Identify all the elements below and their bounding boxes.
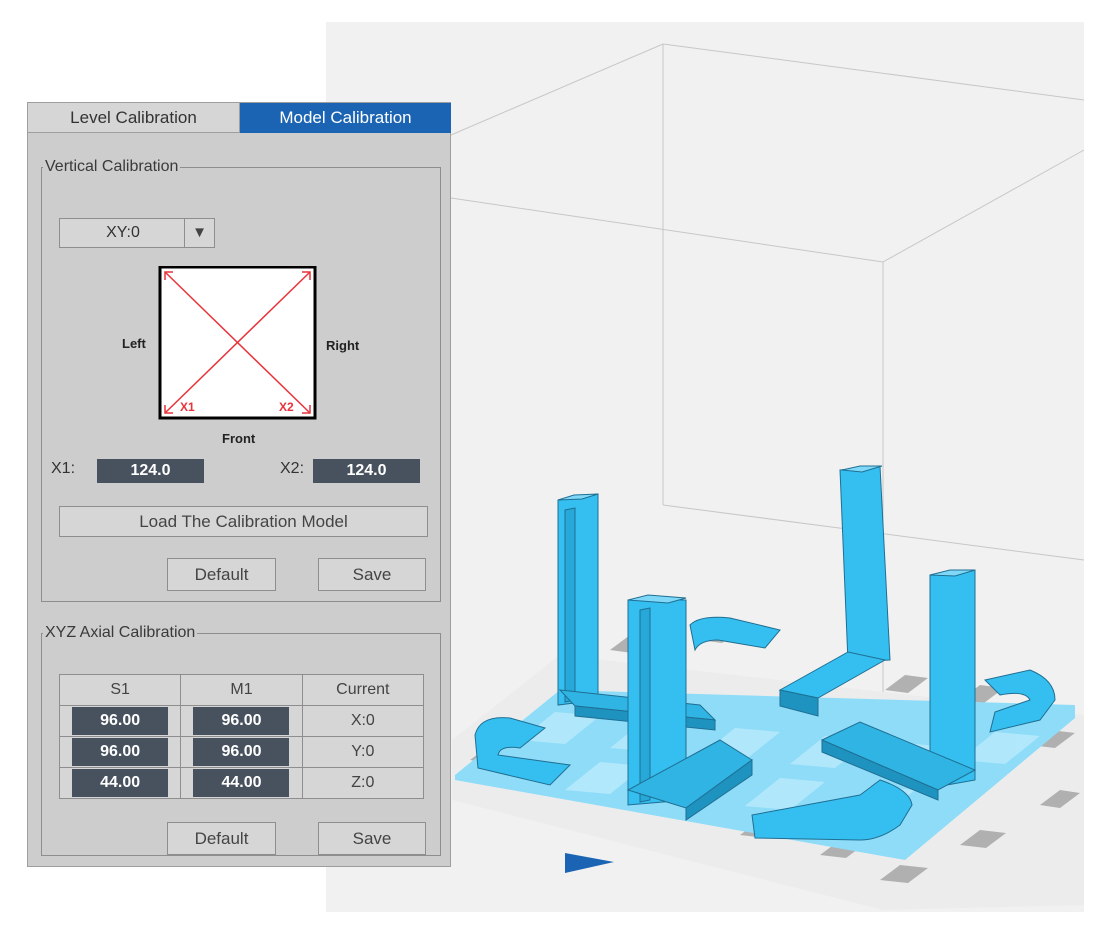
s1-x-value[interactable]: 96.00	[72, 707, 169, 735]
diagram-right-label: Right	[326, 338, 360, 353]
tab-level-calibration[interactable]: Level Calibration	[28, 103, 240, 133]
current-x: X:0	[301, 705, 425, 737]
table-row: 96.00 96.00 Y:0	[58, 736, 425, 768]
xyz-axial-calibration-group: XYZ Axial Calibration S1 M1 Current 96.0…	[41, 624, 441, 856]
x1-value-field[interactable]: 124.0	[97, 459, 204, 483]
diagram-x2-label: X2	[279, 400, 294, 414]
vertical-calibration-legend: Vertical Calibration	[45, 158, 179, 175]
m1-z-value[interactable]: 44.00	[193, 769, 290, 797]
diagram-left-label: Left	[122, 336, 146, 351]
x2-label: X2:	[280, 460, 305, 477]
calibration-diagram: X1 X2 Left Right Front	[117, 266, 359, 451]
xyz-calibration-legend: XYZ Axial Calibration	[45, 624, 196, 641]
s1-z-value[interactable]: 44.00	[72, 769, 169, 797]
xyz-save-button[interactable]: Save	[318, 822, 426, 855]
chevron-down-icon[interactable]: ▼	[184, 219, 214, 247]
m1-x-value[interactable]: 96.00	[193, 707, 290, 735]
header-m1: M1	[180, 674, 303, 706]
header-current: Current	[301, 674, 425, 706]
current-z: Z:0	[301, 767, 425, 799]
x1-label: X1:	[51, 460, 76, 477]
diagram-x1-label: X1	[180, 400, 195, 414]
xyz-default-button[interactable]: Default	[167, 822, 276, 855]
load-calibration-model-button[interactable]: Load The Calibration Model	[59, 506, 428, 537]
vertical-default-button[interactable]: Default	[167, 558, 276, 591]
x2-value-field[interactable]: 124.0	[313, 459, 420, 483]
calibration-panel: Level Calibration Model Calibration Vert…	[27, 102, 451, 867]
vertical-calibration-group: Vertical Calibration XY:0 ▼ X1 X2 Left R	[41, 158, 441, 602]
vertical-save-button[interactable]: Save	[318, 558, 426, 591]
diagram-front-label: Front	[222, 431, 256, 446]
current-y: Y:0	[301, 736, 425, 768]
m1-y-value[interactable]: 96.00	[193, 738, 290, 766]
table-row: 96.00 96.00 X:0	[58, 705, 425, 737]
axis-select[interactable]: XY:0 ▼	[59, 218, 215, 248]
axis-select-value: XY:0	[106, 224, 140, 241]
table-row: 44.00 44.00 Z:0	[58, 767, 425, 799]
s1-y-value[interactable]: 96.00	[72, 738, 169, 766]
header-s1: S1	[58, 674, 182, 706]
tab-model-calibration[interactable]: Model Calibration	[240, 103, 451, 133]
table-header-row: S1 M1 Current	[58, 674, 425, 706]
calibration-table: S1 M1 Current 96.00 96.00 X:0 96.00 96.0…	[58, 674, 425, 799]
